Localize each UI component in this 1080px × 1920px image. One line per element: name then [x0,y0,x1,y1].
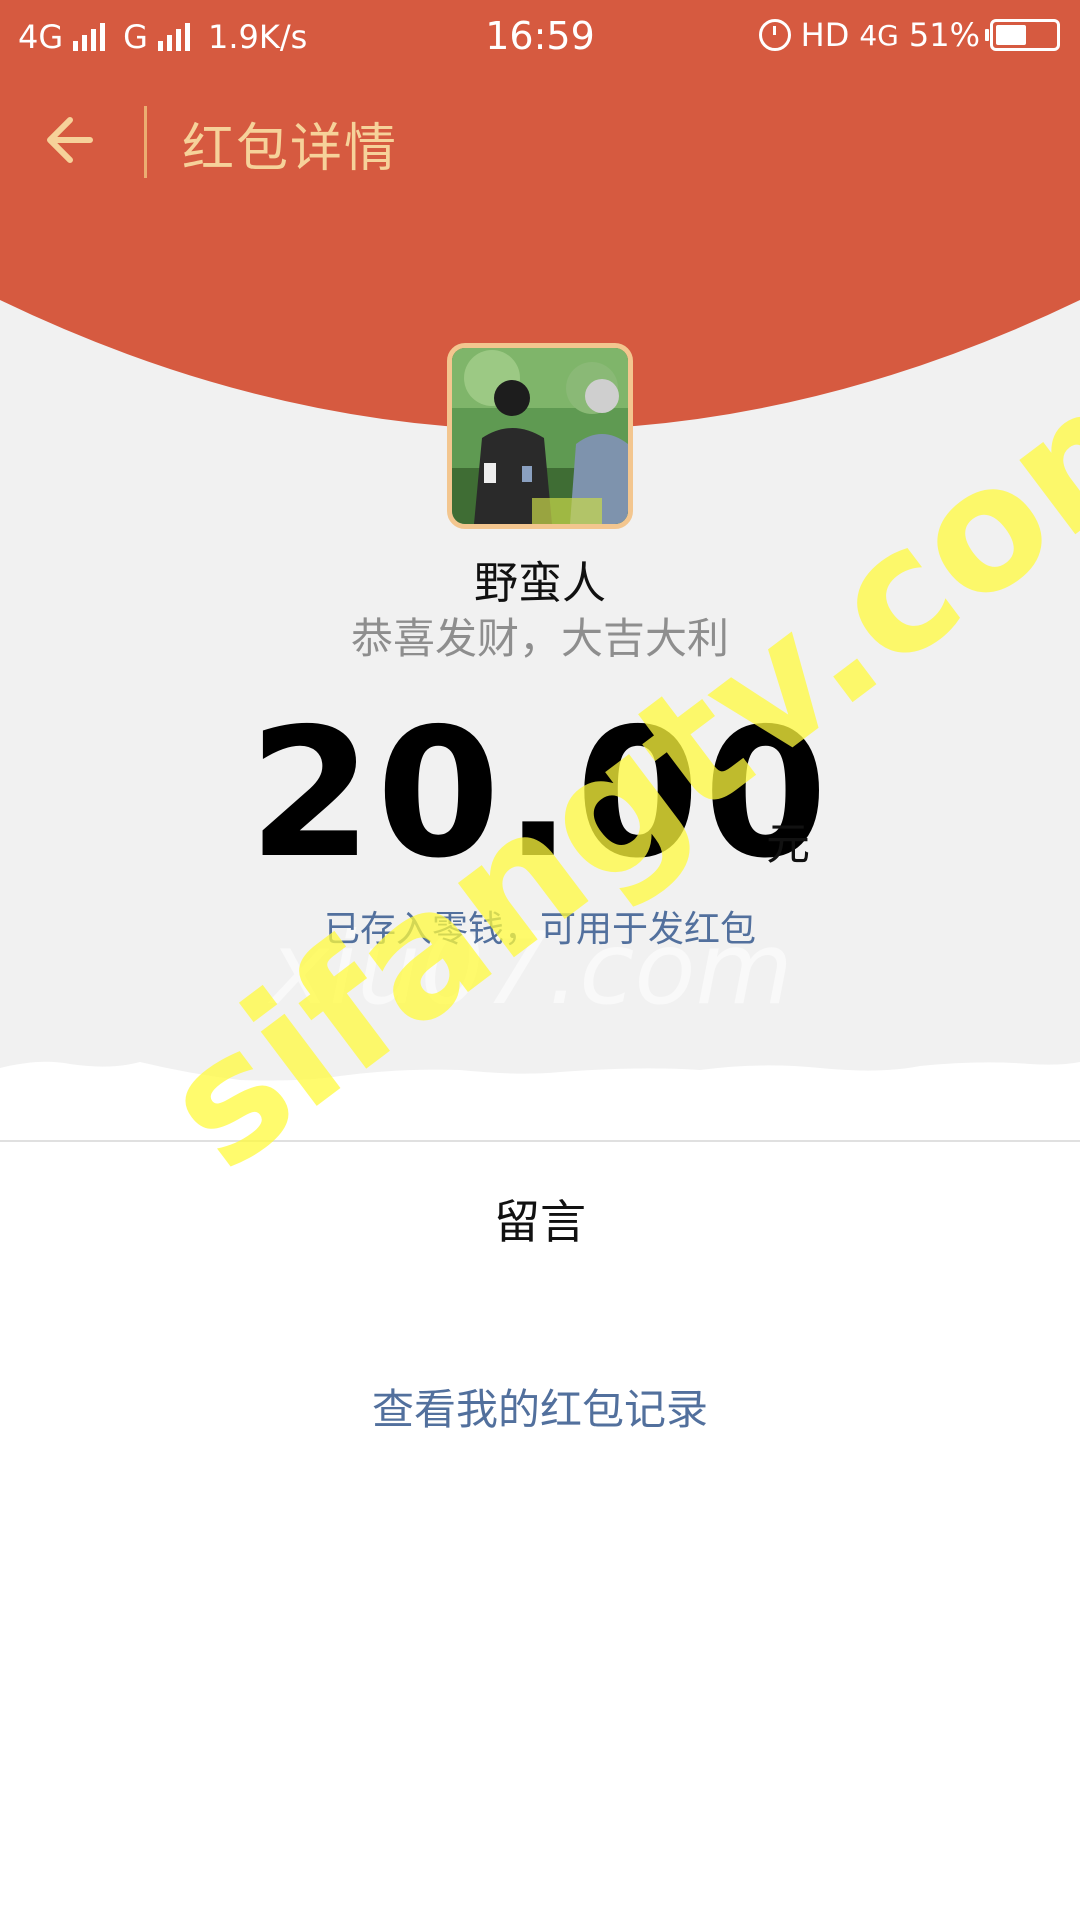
section-divider [0,1140,1080,1142]
status-bar: 4G G 1.9K/s 16:59 HD 4G 51% [0,0,1080,76]
message-label: 留言 [494,1195,586,1249]
arrow-left-icon [47,117,93,163]
amount-unit: 元 [766,819,810,870]
avatar[interactable] [447,343,633,529]
view-records-link[interactable]: 查看我的红包记录 [0,1376,1080,1437]
nav-bar: 红包详情 [0,90,1080,200]
battery-percent: 51% [908,16,980,54]
back-button[interactable] [40,108,104,172]
alarm-icon [758,19,791,51]
page-title: 红包详情 [182,119,399,179]
hd-label: HD [800,16,850,54]
network-label-3: 4G [859,18,899,52]
nav-divider [144,106,147,178]
battery-icon [985,19,1060,51]
